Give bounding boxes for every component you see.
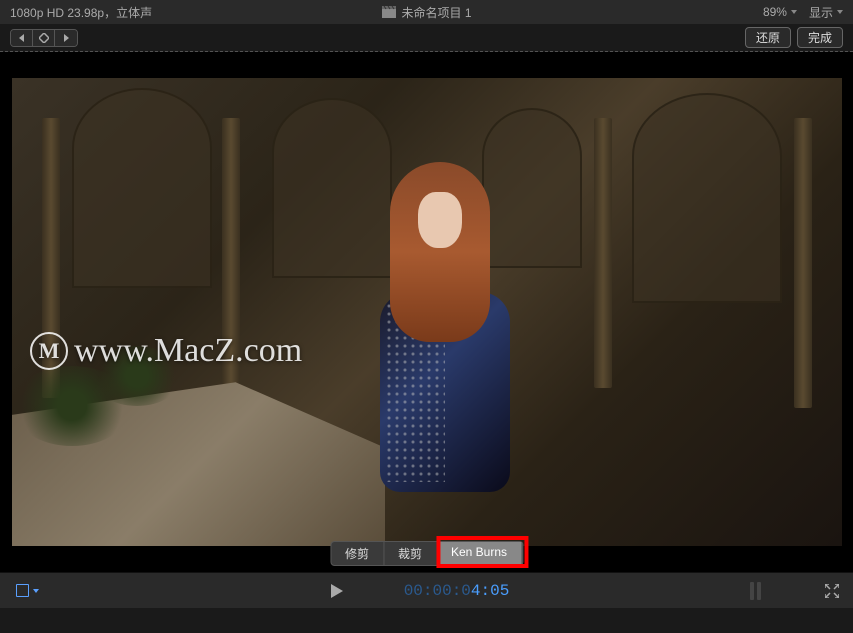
- fullscreen-button[interactable]: [825, 584, 839, 598]
- audio-meter: [750, 582, 761, 600]
- project-title: 未命名项目 1: [401, 4, 471, 21]
- next-keyframe-button[interactable]: [55, 30, 77, 46]
- display-label: 显示: [809, 4, 833, 21]
- bottom-bar: 00:00:04:05: [0, 572, 853, 608]
- tab-crop[interactable]: 裁剪: [384, 542, 437, 565]
- subject: [360, 162, 540, 522]
- meter-bar: [757, 582, 761, 600]
- crop-icon: [16, 584, 29, 597]
- video-frame[interactable]: [12, 78, 842, 546]
- display-dropdown[interactable]: 显示: [809, 4, 843, 21]
- timecode-active: 4:05: [471, 582, 509, 600]
- project-title-group: 未命名项目 1: [381, 4, 471, 21]
- tab-ken-burns[interactable]: Ken Burns: [437, 542, 522, 565]
- viewer: M www.MacZ.com 修剪 裁剪 Ken Burns: [0, 52, 853, 572]
- play-button[interactable]: [331, 584, 343, 598]
- done-button[interactable]: 完成: [797, 27, 843, 48]
- zoom-level: 89%: [763, 5, 787, 19]
- format-info: 1080p HD 23.98p，立体声: [10, 4, 152, 21]
- timecode-display[interactable]: 00:00:04:05: [404, 582, 510, 600]
- top-bar: 1080p HD 23.98p，立体声 未命名项目 1 89% 显示: [0, 0, 853, 24]
- watermark-logo-icon: M: [30, 332, 68, 370]
- watermark-text: www.MacZ.com: [74, 332, 302, 370]
- chevron-down-icon: [33, 589, 39, 593]
- nav-segment: [10, 29, 78, 47]
- meter-bar: [750, 582, 754, 600]
- tab-trim[interactable]: 修剪: [331, 542, 384, 565]
- watermark: M www.MacZ.com: [30, 332, 302, 370]
- chevron-down-icon: [837, 10, 843, 14]
- crop-mode-tabs: 修剪 裁剪 Ken Burns: [330, 541, 523, 566]
- zoom-dropdown[interactable]: 89%: [763, 5, 797, 19]
- crop-tool-button[interactable]: [12, 582, 43, 599]
- timecode-prefix: 00:00:0: [404, 582, 471, 600]
- clapperboard-icon: [381, 6, 395, 18]
- chevron-down-icon: [791, 10, 797, 14]
- add-keyframe-button[interactable]: [33, 30, 55, 46]
- toolbar-row: 还原 完成: [0, 24, 853, 52]
- prev-keyframe-button[interactable]: [11, 30, 33, 46]
- restore-button[interactable]: 还原: [745, 27, 791, 48]
